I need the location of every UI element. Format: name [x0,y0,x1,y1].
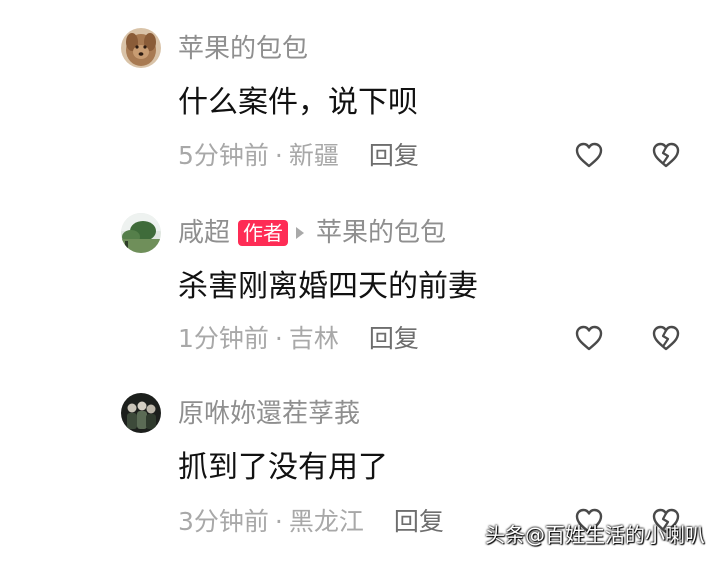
comment-meta: 3分钟前 · 黑龙江 回复 [178,505,444,539]
reply-button[interactable]: 回复 [394,505,444,539]
username[interactable]: 原咻妳還茬莩莪 [178,398,360,430]
author-badge: 作者 [238,220,289,246]
broken-heart-outline-icon[interactable] [651,324,681,352]
comment-header: 咸超 作者 苹果的包包 [178,217,446,249]
comment-text: 杀害刚离婚四天的前妻 [178,269,478,304]
comment-time: 5分钟前 [178,141,269,170]
comment-time: 1分钟前 [178,324,269,353]
avatar[interactable] [121,28,161,68]
dog-avatar-image [121,28,161,68]
comment-header: 苹果的包包 [178,33,308,65]
username[interactable]: 苹果的包包 [178,33,308,65]
meta-separator: · [274,324,283,353]
landscape-avatar-image [121,213,161,253]
comment-location: 吉林 [288,324,339,353]
reply-button[interactable]: 回复 [369,139,419,173]
comment-header: 原咻妳還茬莩莪 [178,398,360,430]
comment-meta: 1分钟前 · 吉林 回复 [178,322,419,356]
heart-outline-icon[interactable] [574,141,604,169]
reply-button[interactable]: 回复 [369,322,419,356]
avatar[interactable] [121,213,161,253]
meta-separator: · [274,507,283,536]
comment-location: 新疆 [288,141,339,170]
comment-meta: 5分钟前 · 新疆 回复 [178,139,419,173]
watermark: 头条@百姓生活的小喇叭 [485,523,705,547]
comment-text: 抓到了没有用了 [178,450,388,485]
meta-separator: · [274,141,283,170]
comment-text: 什么案件，说下呗 [178,85,418,120]
avatar[interactable] [121,393,161,433]
comment-location: 黑龙江 [288,507,364,536]
username[interactable]: 咸超 [178,217,230,249]
comment-time: 3分钟前 [178,507,269,536]
reply-arrow-icon [296,227,305,239]
group-photo-avatar-image [121,393,161,433]
broken-heart-outline-icon[interactable] [651,141,681,169]
reply-target-username[interactable]: 苹果的包包 [316,217,446,249]
heart-outline-icon[interactable] [574,324,604,352]
